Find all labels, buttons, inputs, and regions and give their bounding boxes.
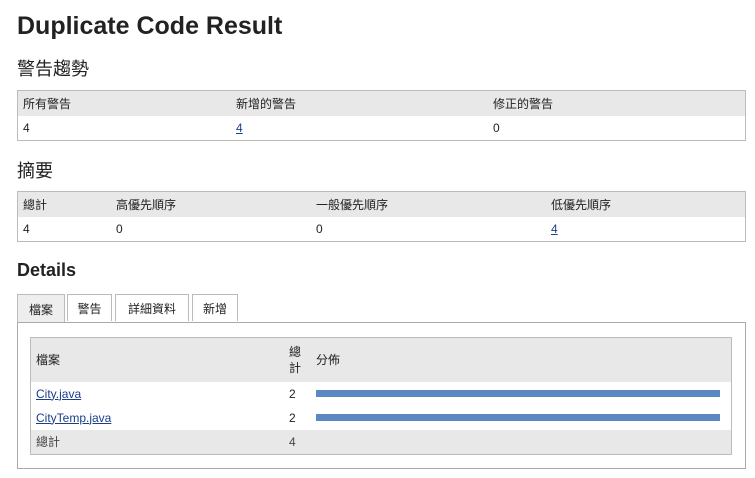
footer-label: 總計: [36, 435, 61, 450]
new-warnings-link[interactable]: 4: [236, 121, 243, 135]
files-table: 檔案 總計 分佈 City.java 2 CityTemp.java 2 總計 …: [30, 337, 732, 455]
table-row: City.java 2: [31, 382, 732, 406]
table-row: CityTemp.java 2: [31, 406, 732, 430]
high-priority-value: 0: [116, 221, 123, 236]
header-high-priority: 高優先順序: [116, 197, 177, 212]
summary-table: 總計 高優先順序 一般優先順序 低優先順序 4 0 0 4: [17, 191, 746, 242]
tab-warnings[interactable]: 警告: [67, 294, 112, 321]
footer-total: 4: [289, 434, 296, 449]
header-total: 總計: [23, 197, 48, 212]
trend-table: 所有警告 新增的警告 修正的警告 4 4 0: [17, 90, 746, 141]
distribution-bar: [316, 390, 720, 397]
header-file: 檔案: [36, 353, 61, 368]
all-warnings-value: 4: [23, 120, 30, 135]
page-title: Duplicate Code Result: [17, 12, 283, 40]
low-priority-link[interactable]: 4: [551, 222, 558, 236]
table-footer: 總計 4: [30, 429, 732, 455]
header-new-warnings: 新增的警告: [236, 96, 297, 111]
normal-priority-value: 0: [316, 221, 323, 236]
header-count: 總計: [289, 344, 302, 375]
tab-new[interactable]: 新增: [192, 294, 238, 321]
tab-files[interactable]: 檔案: [17, 294, 65, 323]
file-count: 2: [289, 386, 296, 401]
details-heading: Details: [17, 260, 77, 280]
tab-details[interactable]: 詳細資料: [115, 294, 189, 321]
file-count: 2: [289, 410, 296, 425]
distribution-bar: [316, 414, 720, 421]
total-value: 4: [23, 221, 30, 236]
header-low-priority: 低優先順序: [551, 197, 612, 212]
header-distribution: 分佈: [316, 353, 341, 368]
header-all-warnings: 所有警告: [23, 96, 72, 111]
header-fixed-warnings: 修正的警告: [493, 96, 554, 111]
summary-heading: 摘要: [17, 161, 53, 181]
trend-heading: 警告趨勢: [17, 59, 89, 79]
file-link[interactable]: City.java: [36, 387, 81, 401]
header-normal-priority: 一般優先順序: [316, 197, 389, 212]
fixed-warnings-value: 0: [493, 120, 500, 135]
file-link[interactable]: CityTemp.java: [36, 411, 111, 425]
